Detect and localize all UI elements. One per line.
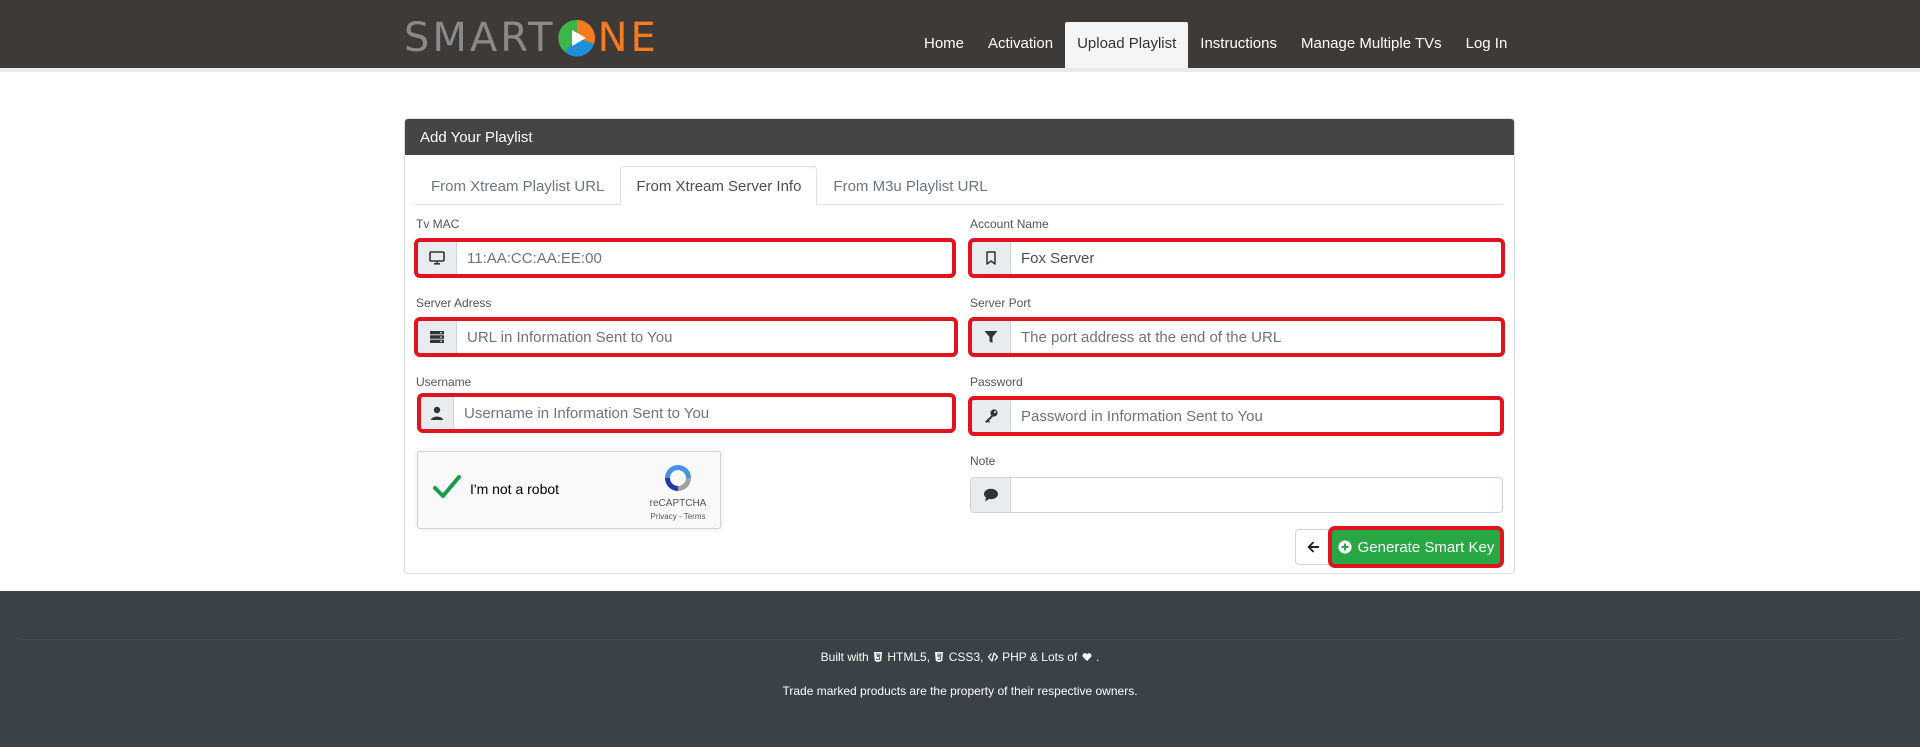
filter-icon [971,320,1011,354]
password-input[interactable] [1011,399,1501,433]
footer-built-with-text: Built with [820,650,869,664]
brand-text-ne: NE [597,15,659,61]
heart-icon [1082,653,1092,661]
footer-built-with: Built with HTML5, CSS3, PHP & Lots of . [0,650,1920,664]
brand-text-smart: SMART [404,15,556,61]
footer-end: . [1095,650,1100,664]
server-port-group [968,317,1505,357]
footer-divider [20,639,1900,640]
playlist-card: Add Your Playlist From Xtream Playlist U… [404,118,1515,574]
nav-log-in[interactable]: Log In [1454,22,1520,68]
tv-icon [417,241,457,275]
username-label: Username [416,375,472,389]
play-logo-icon [557,19,595,57]
nav-home[interactable]: Home [912,22,976,68]
tab-xtream-server-info[interactable]: From Xtream Server Info [620,166,818,206]
tab-m3u-playlist-url[interactable]: From M3u Playlist URL [817,166,1003,205]
header-divider [0,68,1920,72]
server-address-input[interactable] [457,320,955,354]
nav-instructions[interactable]: Instructions [1188,22,1289,68]
generate-smart-key-label: Generate Smart Key [1357,538,1495,556]
footer-trademark: Trade marked products are the property o… [782,684,1138,698]
server-address-label: Server Adress [416,296,492,310]
server-icon [417,320,457,354]
tv-mac-label: Tv MAC [416,217,460,231]
recaptcha-logo-icon [665,465,691,491]
server-address-group [414,317,958,357]
note-label: Note [970,454,996,468]
note-group [970,477,1503,513]
note-input[interactable] [1011,478,1502,512]
generate-smart-key-button[interactable]: Generate Smart Key [1328,526,1504,568]
username-input[interactable] [454,396,953,430]
arrow-left-icon [1307,541,1320,553]
account-name-label: Account Name [970,217,1049,231]
css3-icon [935,652,944,662]
bookmark-icon [971,241,1011,275]
tv-mac-group [414,238,956,278]
recaptcha-links[interactable]: Privacy - Terms [648,512,708,521]
footer: Built with HTML5, CSS3, PHP & Lots of . … [0,591,1920,747]
nav-upload-playlist[interactable]: Upload Playlist [1065,22,1189,68]
playlist-source-tabs: From Xtream Playlist URL From Xtream Ser… [415,166,1503,206]
plus-circle-icon [1338,540,1352,554]
username-group [417,393,956,433]
account-name-input[interactable] [1011,241,1502,275]
account-name-group [968,238,1505,278]
tab-xtream-playlist-url[interactable]: From Xtream Playlist URL [415,166,620,205]
recaptcha-checkmark-icon[interactable] [432,472,462,502]
footer-css3: CSS3, [948,650,984,664]
recaptcha-widget: I'm not a robot reCAPTCHA Privacy - Term… [417,451,721,529]
password-group [968,396,1504,436]
password-label: Password [970,375,1023,389]
footer-php: PHP & Lots of [1002,650,1078,664]
recaptcha-label: I'm not a robot [470,481,560,497]
html5-icon [874,652,883,662]
key-icon [971,399,1011,433]
server-port-label: Server Port [970,296,1031,310]
nav-activation[interactable]: Activation [976,22,1065,68]
main-nav: Home Activation Upload Playlist Instruct… [912,22,1519,68]
top-navbar: SMART NE Home Activation Upload Playlist… [0,0,1920,68]
brand-logo[interactable]: SMART NE [404,18,659,58]
comment-icon [971,478,1011,512]
nav-manage-multiple-tvs[interactable]: Manage Multiple TVs [1289,22,1454,68]
card-title: Add Your Playlist [405,119,1514,155]
user-icon [420,396,454,430]
back-button[interactable] [1295,529,1331,565]
footer-html5: HTML5, [887,650,931,664]
code-icon [987,652,998,662]
tv-mac-input[interactable] [457,241,953,275]
server-port-input[interactable] [1011,320,1502,354]
recaptcha-brand: reCAPTCHA [649,498,707,509]
